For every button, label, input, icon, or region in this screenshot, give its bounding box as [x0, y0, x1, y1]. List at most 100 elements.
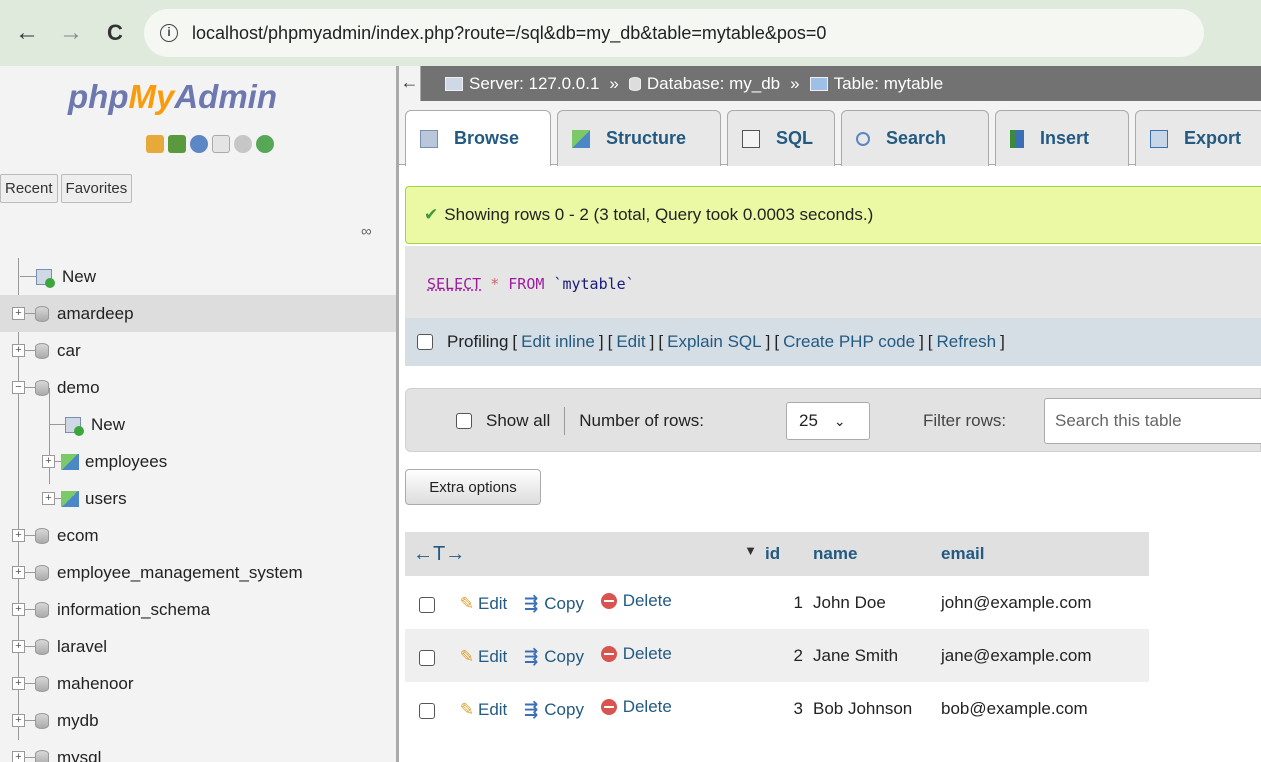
back-button[interactable]: ← [10, 19, 44, 47]
refresh-link[interactable]: Refresh [937, 332, 997, 352]
tree-item-label: mydb [57, 710, 99, 730]
favorites-tab[interactable]: Favorites [60, 174, 133, 203]
tree-item-information-schema[interactable]: + information_schema [0, 591, 396, 628]
sql-icon [742, 129, 760, 148]
expand-icon[interactable]: + [42, 492, 55, 505]
tree-item-amardeep[interactable]: + amardeep [0, 295, 396, 332]
extra-options-button[interactable]: Extra options [405, 469, 541, 505]
edit-row-button[interactable]: ✎ Edit [460, 647, 508, 667]
search-placeholder: Search this table [1055, 411, 1182, 430]
tree-item-demo[interactable]: − demo [0, 369, 396, 406]
edit-inline-link[interactable]: Edit inline [521, 332, 595, 352]
expand-icon[interactable]: + [12, 714, 25, 727]
logout-icon[interactable] [168, 135, 186, 153]
expand-icon[interactable]: + [12, 307, 25, 320]
database-icon [35, 305, 49, 322]
edit-row-button[interactable]: ✎ Edit [460, 700, 508, 720]
tab-sql[interactable]: SQL [727, 110, 835, 166]
expand-icon[interactable]: + [12, 603, 25, 616]
delete-row-button[interactable]: Delete [600, 591, 672, 611]
recent-tab[interactable]: Recent [0, 174, 58, 203]
expand-icon[interactable]: + [12, 677, 25, 690]
breadcrumb-server[interactable]: Server: 127.0.0.1 [469, 74, 599, 94]
copy-row-button[interactable]: ⇶ Copy [524, 594, 584, 614]
link-icon[interactable]: ∞ [361, 223, 372, 240]
tree-item-car[interactable]: + car [0, 332, 396, 369]
create-php-code-link[interactable]: Create PHP code [783, 332, 915, 352]
tab-browse[interactable]: Browse [405, 110, 551, 166]
sql-keyword-select[interactable]: SELECT [427, 275, 481, 293]
filter-search-input[interactable]: Search this table [1044, 398, 1261, 444]
collapse-sidebar-button[interactable]: ← [399, 66, 421, 101]
tree-item-label: mysql [57, 747, 102, 762]
info-icon[interactable]: i [160, 24, 178, 42]
tree-item-laravel[interactable]: + laravel [0, 628, 396, 665]
edit-link[interactable]: Edit [616, 332, 645, 352]
column-resize-arrows[interactable]: ←T→ [413, 543, 465, 565]
forward-button[interactable]: → [54, 19, 88, 47]
collapse-icon[interactable]: − [12, 381, 25, 394]
delete-row-button[interactable]: Delete [600, 697, 672, 717]
cell-id[interactable]: 1 [765, 576, 805, 629]
cell-email[interactable]: bob@example.com [933, 682, 1149, 735]
show-all-label: Show all [486, 411, 551, 430]
expand-icon[interactable]: + [12, 529, 25, 542]
row-checkbox[interactable] [419, 649, 435, 666]
copy-row-button[interactable]: ⇶ Copy [524, 647, 584, 667]
sort-options-icon[interactable]: ▼ [744, 543, 757, 558]
expand-icon[interactable]: + [12, 640, 25, 653]
column-header-email[interactable]: email [933, 532, 1149, 576]
tree-item-ecom[interactable]: + ecom [0, 517, 396, 554]
tab-export[interactable]: Export [1135, 110, 1261, 166]
insert-icon [1010, 129, 1024, 148]
profiling-checkbox[interactable] [417, 334, 433, 350]
tree-item-employee-management-system[interactable]: + employee_management_system [0, 554, 396, 591]
delete-icon [600, 646, 617, 662]
tree-item-demo-new[interactable]: New [0, 406, 396, 443]
check-icon: ✔ [424, 205, 439, 224]
show-all-checkbox[interactable] [456, 413, 472, 429]
row-checkbox[interactable] [419, 596, 435, 613]
tree-item-new[interactable]: New [0, 258, 396, 295]
expand-icon[interactable]: + [12, 566, 25, 579]
tab-search[interactable]: Search [841, 110, 989, 166]
row-checkbox[interactable] [419, 702, 435, 719]
breadcrumb-table[interactable]: Table: mytable [834, 74, 944, 94]
copy-row-button[interactable]: ⇶ Copy [524, 700, 584, 720]
phpmyadmin-logo[interactable]: phpMyAdmin [68, 78, 277, 116]
tree-item-mahenoor[interactable]: + mahenoor [0, 665, 396, 702]
rows-select[interactable]: 25 ⌄ [786, 402, 870, 440]
breadcrumb-database[interactable]: Database: my_db [647, 74, 780, 94]
tab-insert[interactable]: Insert [995, 110, 1129, 166]
tree-item-mydb[interactable]: + mydb [0, 702, 396, 739]
expand-icon[interactable]: + [12, 751, 25, 762]
cell-name[interactable]: John Doe [805, 576, 933, 629]
tree-item-mysql[interactable]: + mysql [0, 739, 396, 762]
navigation-panel: phpMyAdmin Recent Favorites ∞ New + amar… [0, 66, 396, 762]
home-icon[interactable] [146, 135, 164, 153]
tree-item-users[interactable]: + users [0, 480, 396, 517]
tab-structure[interactable]: Structure [557, 110, 721, 166]
tree-item-employees[interactable]: + employees [0, 443, 396, 480]
cell-name[interactable]: Bob Johnson [805, 682, 933, 735]
settings-icon[interactable] [234, 135, 252, 153]
cell-email[interactable]: jane@example.com [933, 629, 1149, 682]
help-icon[interactable] [190, 135, 208, 153]
edit-row-button[interactable]: ✎ Edit [460, 594, 508, 614]
expand-icon[interactable]: + [42, 455, 55, 468]
delete-row-button[interactable]: Delete [600, 644, 672, 664]
explain-sql-link[interactable]: Explain SQL [667, 332, 762, 352]
column-header-id[interactable]: id [765, 532, 805, 576]
column-header-name[interactable]: name [805, 532, 933, 576]
cell-id[interactable]: 2 [765, 629, 805, 682]
address-bar[interactable]: i localhost/phpmyadmin/index.php?route=/… [144, 9, 1204, 57]
reload-nav-icon[interactable] [256, 135, 274, 153]
cell-id[interactable]: 3 [765, 682, 805, 735]
reload-button[interactable]: C [98, 20, 132, 46]
cell-name[interactable]: Jane Smith [805, 629, 933, 682]
cell-email[interactable]: john@example.com [933, 576, 1149, 629]
edit-label: Edit [477, 647, 508, 666]
tab-label: Search [886, 128, 947, 148]
expand-icon[interactable]: + [12, 344, 25, 357]
docs-icon[interactable] [212, 135, 230, 153]
